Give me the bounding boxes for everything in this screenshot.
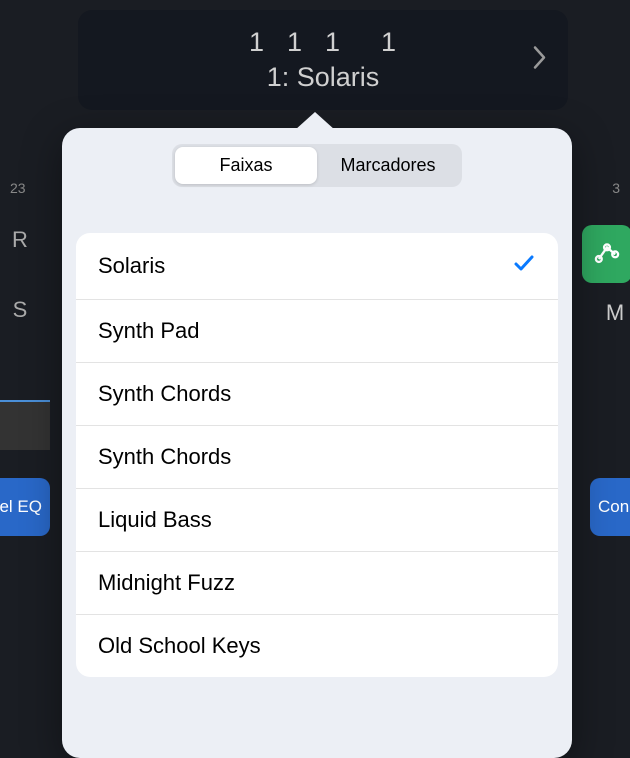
track-name: Synth Chords	[98, 381, 231, 407]
track-name: Liquid Bass	[98, 507, 212, 533]
list-item[interactable]: Midnight Fuzz	[76, 552, 558, 615]
popover-arrow	[295, 112, 335, 130]
list-item[interactable]: Old School Keys	[76, 615, 558, 677]
track-name: Synth Pad	[98, 318, 200, 344]
channel-eq-plugin-slot[interactable]: el EQ	[0, 478, 50, 536]
chevron-right-icon[interactable]	[532, 45, 548, 76]
track-picker-popover: Faixas Marcadores Solaris Synth Pad Synt…	[62, 128, 572, 758]
track-name: Midnight Fuzz	[98, 570, 235, 596]
list-item[interactable]: Synth Chords	[76, 426, 558, 489]
solo-button[interactable]: S	[0, 280, 40, 340]
lcd-display[interactable]: 1 1 1 1 1: Solaris	[78, 10, 568, 110]
track-name: Solaris	[98, 253, 165, 279]
compressor-plugin-slot[interactable]: Con	[590, 478, 630, 536]
plugin-label: el EQ	[0, 497, 42, 517]
list-item[interactable]: Liquid Bass	[76, 489, 558, 552]
list-item[interactable]: Synth Chords	[76, 363, 558, 426]
plugin-label: Con	[598, 497, 629, 517]
tab-label: Faixas	[219, 155, 272, 175]
track-control-column: R S	[0, 210, 50, 350]
mute-button[interactable]: M	[590, 300, 630, 326]
automation-icon	[593, 238, 621, 271]
record-enable-button[interactable]: R	[0, 210, 40, 270]
ruler-tick-left: 23	[10, 180, 26, 200]
segmented-control: Faixas Marcadores	[172, 144, 462, 187]
list-item[interactable]: Synth Pad	[76, 300, 558, 363]
track-list: Solaris Synth Pad Synth Chords Synth Cho…	[76, 233, 558, 677]
track-name: Synth Chords	[98, 444, 231, 470]
tab-tracks[interactable]: Faixas	[175, 147, 317, 184]
track-name: Old School Keys	[98, 633, 261, 659]
ruler-tick-right: 3	[612, 180, 620, 200]
selected-track-header[interactable]	[0, 400, 50, 450]
checkmark-icon	[512, 251, 536, 281]
list-item[interactable]: Solaris	[76, 233, 558, 300]
current-track-label: 1: Solaris	[267, 62, 380, 93]
position-display: 1 1 1 1	[249, 27, 397, 58]
tab-markers[interactable]: Marcadores	[317, 147, 459, 184]
tab-label: Marcadores	[340, 155, 435, 175]
automation-toggle[interactable]	[582, 225, 630, 283]
